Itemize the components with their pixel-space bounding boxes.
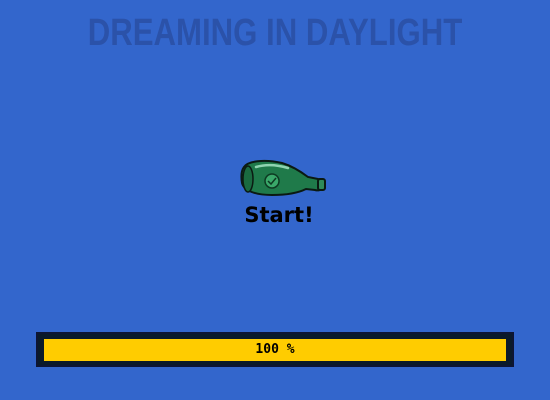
bottle-lip <box>317 178 326 191</box>
progress-track: 100 % <box>44 339 506 361</box>
green-bottle-icon[interactable] <box>238 157 330 199</box>
start-button[interactable]: Start! <box>0 203 550 227</box>
game-title: DREAMING IN DAYLIGHT <box>87 12 463 54</box>
bottle-base <box>242 165 254 193</box>
bottle-label <box>264 173 280 189</box>
progress-text: 100 % <box>255 342 295 357</box>
loading-progress-bar: 100 % <box>36 332 514 367</box>
